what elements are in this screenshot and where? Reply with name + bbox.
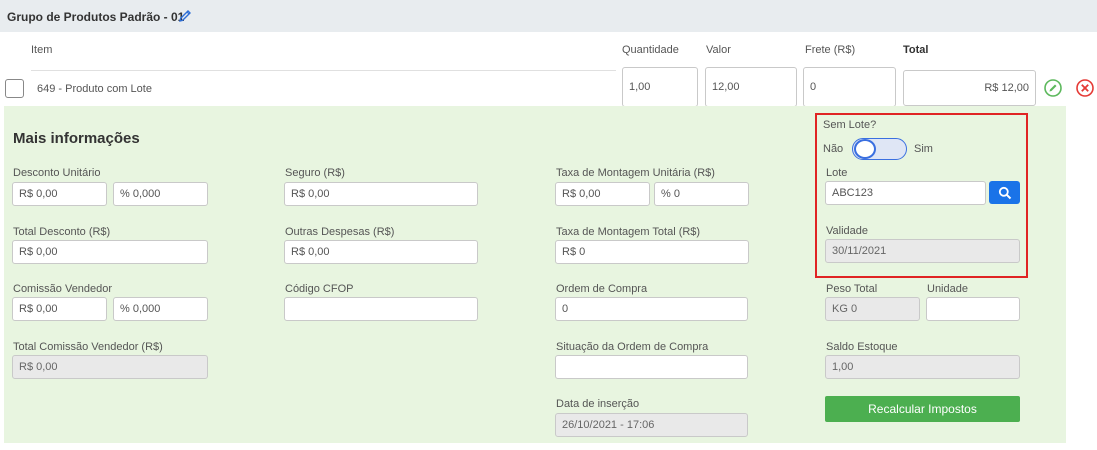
taxa-montagem-unitaria-label: Taxa de Montagem Unitária (R$) bbox=[556, 167, 715, 179]
sem-lote-toggle[interactable] bbox=[852, 138, 907, 160]
item-name-text: 649 - Produto com Lote bbox=[37, 82, 152, 95]
codigo-cfop-label: Código CFOP bbox=[285, 283, 354, 295]
remove-icon[interactable] bbox=[1075, 78, 1095, 98]
validade-valor: 30/11/2021 bbox=[832, 245, 887, 257]
quantidade-input[interactable]: 1,00 bbox=[622, 67, 698, 107]
desconto-unitario-valor: R$ 0,00 bbox=[19, 188, 58, 200]
valor-value: 12,00 bbox=[712, 81, 740, 93]
data-insercao-field: 26/10/2021 - 17:06 bbox=[555, 413, 748, 437]
comissao-vendedor-valor-input[interactable]: R$ 0,00 bbox=[12, 297, 107, 321]
ordem-compra-input[interactable]: 0 bbox=[555, 297, 748, 321]
column-header-item: Item bbox=[31, 44, 53, 56]
desconto-unitario-label: Desconto Unitário bbox=[13, 167, 101, 179]
data-insercao-label: Data de inserção bbox=[556, 398, 640, 410]
desconto-unitario-valor-input[interactable]: R$ 0,00 bbox=[12, 182, 107, 206]
recalcular-impostos-button[interactable]: Recalcular Impostos bbox=[825, 396, 1020, 422]
data-insercao-valor: 26/10/2021 - 17:06 bbox=[562, 419, 655, 431]
edit-icon[interactable] bbox=[1043, 78, 1063, 98]
sem-lote-sim-label: Sim bbox=[914, 143, 933, 155]
peso-total-valor: KG 0 bbox=[832, 303, 858, 315]
desconto-unitario-percent: % 0,000 bbox=[120, 188, 161, 200]
validade-field: 30/11/2021 bbox=[825, 239, 1020, 263]
column-header-quantidade: Quantidade bbox=[622, 44, 679, 56]
peso-total-label: Peso Total bbox=[826, 283, 878, 295]
lote-valor: ABC123 bbox=[832, 187, 873, 199]
column-header-valor: Valor bbox=[706, 44, 731, 56]
column-header-total: Total bbox=[903, 44, 929, 56]
valor-input[interactable]: 12,00 bbox=[705, 67, 797, 107]
taxa-montagem-unitaria-valor-input[interactable]: R$ 0,00 bbox=[555, 182, 650, 206]
group-header: Grupo de Produtos Padrão - 01 bbox=[0, 0, 1097, 32]
lote-input[interactable]: ABC123 bbox=[825, 181, 986, 205]
total-comissao-field: R$ 0,00 bbox=[12, 355, 208, 379]
outras-despesas-label: Outras Despesas (R$) bbox=[285, 226, 395, 238]
outras-despesas-valor: R$ 0,00 bbox=[291, 246, 330, 258]
column-header-frete: Frete (R$) bbox=[805, 44, 856, 56]
comissao-vendedor-label: Comissão Vendedor bbox=[13, 283, 113, 295]
unidade-input[interactable] bbox=[926, 297, 1020, 321]
total-desconto-input[interactable]: R$ 0,00 bbox=[12, 240, 208, 264]
taxa-montagem-unitaria-percent-input[interactable]: % 0 bbox=[654, 182, 749, 206]
total-value: R$ 12,00 bbox=[984, 82, 1029, 94]
total-comissao-label: Total Comissão Vendedor (R$) bbox=[13, 341, 163, 353]
row-select-checkbox[interactable] bbox=[5, 79, 24, 98]
taxa-montagem-unitaria-valor: R$ 0,00 bbox=[562, 188, 601, 200]
validade-label: Validade bbox=[826, 225, 868, 237]
comissao-vendedor-percent-input[interactable]: % 0,000 bbox=[113, 297, 208, 321]
comissao-vendedor-percent: % 0,000 bbox=[120, 303, 161, 315]
panel-title: Mais informações bbox=[13, 130, 140, 147]
desconto-unitario-percent-input[interactable]: % 0,000 bbox=[113, 182, 208, 206]
total-field: R$ 12,00 bbox=[903, 70, 1036, 106]
saldo-estoque-valor: 1,00 bbox=[832, 361, 854, 373]
group-title: Grupo de Produtos Padrão - 01 bbox=[7, 10, 185, 24]
taxa-montagem-unitaria-percent: % 0 bbox=[661, 188, 680, 200]
item-name-field: 649 - Produto com Lote bbox=[31, 70, 616, 106]
quantidade-value: 1,00 bbox=[629, 81, 651, 93]
saldo-estoque-label: Saldo Estoque bbox=[826, 341, 898, 353]
total-desconto-valor: R$ 0,00 bbox=[19, 246, 58, 258]
frete-input[interactable]: 0 bbox=[803, 67, 896, 107]
total-desconto-label: Total Desconto (R$) bbox=[13, 226, 111, 238]
lote-search-button[interactable] bbox=[989, 181, 1020, 204]
pencil-icon[interactable] bbox=[177, 8, 193, 24]
unidade-label: Unidade bbox=[927, 283, 968, 295]
lote-label: Lote bbox=[826, 167, 848, 179]
frete-value: 0 bbox=[810, 81, 817, 93]
situacao-ordem-label: Situação da Ordem de Compra bbox=[556, 341, 709, 353]
seguro-label: Seguro (R$) bbox=[285, 167, 345, 179]
situacao-ordem-input[interactable] bbox=[555, 355, 748, 379]
peso-total-field: KG 0 bbox=[825, 297, 920, 321]
saldo-estoque-field: 1,00 bbox=[825, 355, 1020, 379]
taxa-montagem-total-valor: R$ 0 bbox=[562, 246, 586, 258]
sem-lote-label: Sem Lote? bbox=[823, 119, 877, 131]
ordem-compra-valor: 0 bbox=[562, 303, 569, 315]
total-comissao-valor: R$ 0,00 bbox=[19, 361, 58, 373]
taxa-montagem-total-input[interactable]: R$ 0 bbox=[555, 240, 749, 264]
search-icon bbox=[998, 186, 1011, 199]
sem-lote-nao-label: Não bbox=[823, 143, 844, 155]
toggle-knob bbox=[854, 139, 876, 159]
codigo-cfop-input[interactable] bbox=[284, 297, 478, 321]
ordem-compra-label: Ordem de Compra bbox=[556, 283, 648, 295]
seguro-valor: R$ 0,00 bbox=[291, 188, 330, 200]
taxa-montagem-total-label: Taxa de Montagem Total (R$) bbox=[556, 226, 701, 238]
outras-despesas-input[interactable]: R$ 0,00 bbox=[284, 240, 478, 264]
comissao-vendedor-valor: R$ 0,00 bbox=[19, 303, 58, 315]
seguro-input[interactable]: R$ 0,00 bbox=[284, 182, 478, 206]
